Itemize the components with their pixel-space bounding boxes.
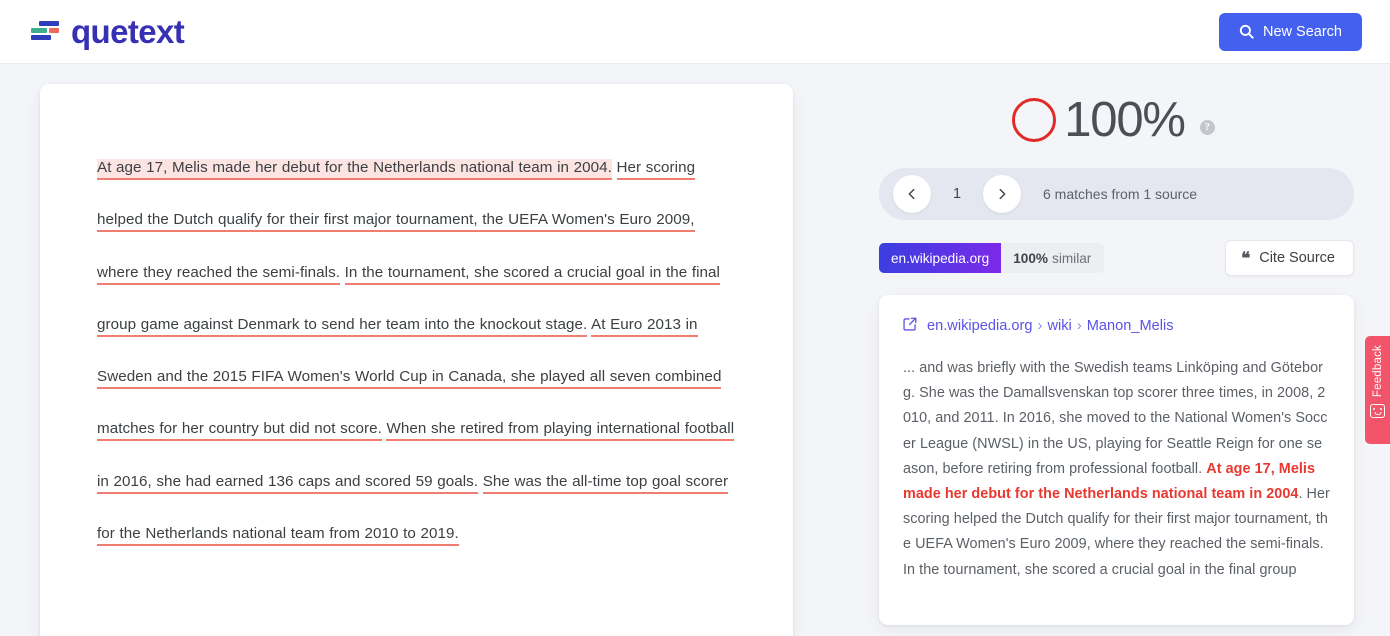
breadcrumb-separator: › <box>1073 318 1086 334</box>
document-plain-segment <box>478 473 483 490</box>
source-header-row: en.wikipedia.org 100% similar ❝ Cite Sou… <box>879 240 1354 276</box>
breadcrumb-item: en.wikipedia.org <box>927 318 1032 334</box>
external-link-icon <box>903 317 917 335</box>
chevron-right-icon <box>995 187 1009 201</box>
excerpt-text: ... and was briefly with the Swedish tea… <box>903 360 1328 477</box>
source-excerpt-card: en.wikipedia.org › wiki › Manon_Melis ..… <box>879 295 1354 625</box>
feedback-label: Feedback <box>1372 345 1384 397</box>
matches-pager: 1 6 matches from 1 source <box>879 168 1354 220</box>
pager-prev-button[interactable] <box>893 175 931 213</box>
brand-name: quetext <box>71 15 184 48</box>
source-excerpt-text: ... and was briefly with the Swedish tea… <box>903 356 1330 583</box>
breadcrumb-separator: › <box>1033 318 1046 334</box>
page-body: At age 17, Melis made her debut for the … <box>0 64 1390 636</box>
help-icon[interactable]: ? <box>1200 120 1215 135</box>
document-plain-segment <box>340 264 345 281</box>
breadcrumb-item: wiki <box>1047 318 1071 334</box>
feedback-tab[interactable]: Feedback <box>1365 336 1390 444</box>
score-ring-icon <box>1012 98 1056 142</box>
similarity-score: 100% ? <box>879 84 1354 156</box>
app-header: quetext New Search <box>0 0 1390 64</box>
source-similarity-badge[interactable]: en.wikipedia.org 100% similar <box>879 243 1104 273</box>
source-host-label: en.wikipedia.org <box>879 243 1001 273</box>
source-similarity-label: 100% similar <box>1001 243 1104 273</box>
document-match-segment: At age 17, Melis made her debut for the … <box>97 159 612 180</box>
pager-next-button[interactable] <box>983 175 1021 213</box>
cite-source-button[interactable]: ❝ Cite Source <box>1225 240 1354 276</box>
matches-count-label: 6 matches from 1 source <box>1043 186 1197 202</box>
breadcrumb-item: Manon_Melis <box>1087 318 1174 334</box>
score-value: 100% <box>1064 96 1185 145</box>
cite-source-label: Cite Source <box>1259 250 1335 266</box>
document-text[interactable]: At age 17, Melis made her debut for the … <box>97 142 737 560</box>
similarity-word: similar <box>1052 251 1091 266</box>
results-column: 100% ? 1 6 matches from 1 source <box>835 84 1390 625</box>
chevron-left-icon <box>905 187 919 201</box>
pager-page-number: 1 <box>931 186 983 202</box>
quote-icon: ❝ <box>1241 250 1249 267</box>
new-search-button[interactable]: New Search <box>1219 13 1362 51</box>
source-url-link[interactable]: en.wikipedia.org › wiki › Manon_Melis <box>903 317 1330 335</box>
brand-logo[interactable]: quetext <box>30 15 184 48</box>
smiley-face-icon <box>1370 404 1385 418</box>
quetext-logo-icon <box>30 19 60 45</box>
document-column: At age 17, Melis made her debut for the … <box>0 84 835 636</box>
similarity-percent: 100% <box>1013 251 1048 266</box>
document-plain-segment <box>612 159 617 176</box>
new-search-label: New Search <box>1263 24 1342 40</box>
search-icon <box>1239 24 1254 39</box>
document-card: At age 17, Melis made her debut for the … <box>40 84 793 636</box>
breadcrumb: en.wikipedia.org › wiki › Manon_Melis <box>927 318 1174 334</box>
